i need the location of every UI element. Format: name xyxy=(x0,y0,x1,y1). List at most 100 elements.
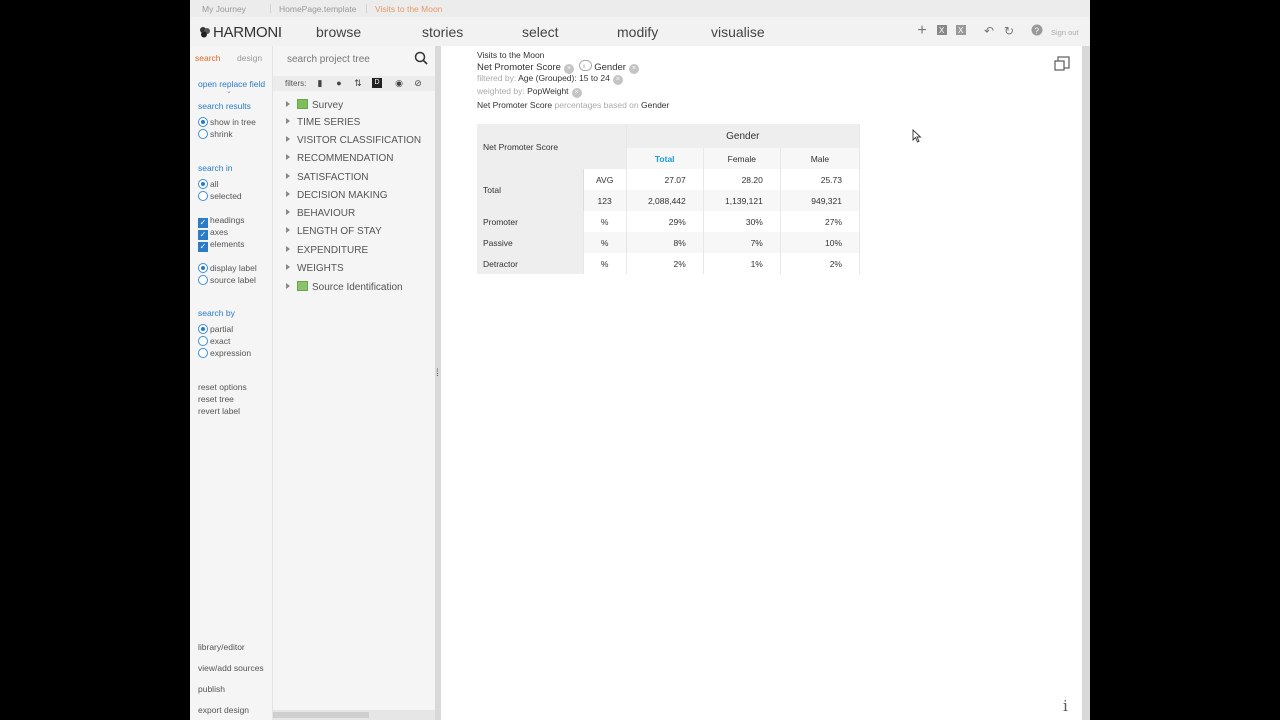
option-label: selected xyxy=(210,191,242,201)
add-icon[interactable]: + xyxy=(915,23,929,39)
column-header-male[interactable]: Male xyxy=(780,148,861,169)
option-source-label[interactable]: source label xyxy=(198,275,256,285)
nav-stories[interactable]: stories xyxy=(422,24,463,40)
expand-icon[interactable] xyxy=(286,227,290,233)
row-label[interactable]: Promoter xyxy=(477,211,584,232)
weight-label: weighted by: xyxy=(477,86,525,96)
info-icon[interactable]: i xyxy=(1063,697,1068,715)
vertical-scrollbar[interactable] xyxy=(1082,46,1090,720)
search-results-heading: search results xyxy=(198,101,251,111)
column-header-total[interactable]: Total xyxy=(626,148,704,169)
nav-browse[interactable]: browse xyxy=(316,24,361,40)
breadcrumb-item[interactable]: HomePage.template xyxy=(279,4,357,14)
column-header-female[interactable]: Female xyxy=(703,148,781,169)
pin-filter-icon[interactable]: ● xyxy=(334,78,344,88)
export-design-link[interactable]: export design xyxy=(198,705,249,715)
expand-icon[interactable] xyxy=(286,173,290,179)
remove-column-variable-icon[interactable]: × xyxy=(628,64,639,74)
breadcrumb-item[interactable]: My Journey xyxy=(202,4,246,14)
undo-icon[interactable]: ↶ xyxy=(982,24,996,38)
grip-icon[interactable]: ⁞ xyxy=(436,368,439,388)
filter-bar: filters: ▮ ● ⇅ D ◉ ⊘ xyxy=(273,76,436,91)
expand-icon[interactable] xyxy=(286,154,290,160)
row-label[interactable]: Passive xyxy=(477,232,584,253)
sort-filter-icon[interactable]: ⇅ xyxy=(353,78,363,88)
option-exact[interactable]: exact xyxy=(198,336,230,346)
expand-icon[interactable] xyxy=(286,264,290,270)
tree-item-time-series[interactable]: TIME SERIES xyxy=(286,117,360,128)
eye-icon[interactable]: ◉ xyxy=(394,78,404,88)
option-partial[interactable]: partial xyxy=(198,324,233,334)
excel-export-alt-icon[interactable]: X xyxy=(954,24,968,38)
filter-value[interactable]: Age (Grouped): 15 to 24 xyxy=(518,73,610,83)
eye-hidden-icon[interactable]: ⊘ xyxy=(413,78,423,88)
help-icon[interactable]: ? xyxy=(1030,24,1044,38)
table-row: Promoter % 29% 30% 27% xyxy=(477,211,861,232)
option-shrink[interactable]: shrink xyxy=(198,129,233,139)
svg-text:?: ? xyxy=(1035,27,1040,36)
expand-icon[interactable] xyxy=(286,283,290,289)
horizontal-scrollbar[interactable] xyxy=(273,710,436,720)
tree-item-length-of-stay[interactable]: LENGTH OF STAY xyxy=(286,226,382,237)
option-selected[interactable]: selected xyxy=(198,191,242,201)
tree-item-visitor-classification[interactable]: VISITOR CLASSIFICATION xyxy=(286,135,421,146)
expand-icon[interactable] xyxy=(286,101,290,107)
expand-icon[interactable] xyxy=(286,191,290,197)
breadcrumb-current[interactable]: Visits to the Moon xyxy=(375,4,442,14)
tree-item-behaviour[interactable]: BEHAVIOUR xyxy=(286,208,355,219)
tree-item-source-identification[interactable]: Source Identification xyxy=(286,281,403,293)
option-show-in-tree[interactable]: show in tree xyxy=(198,117,256,127)
reset-options-link[interactable]: reset options xyxy=(198,382,247,392)
banner-header[interactable]: Gender xyxy=(626,124,861,148)
row-label[interactable]: Detractor xyxy=(477,253,584,274)
radio-icon xyxy=(198,348,208,358)
tree-item-satisfaction[interactable]: SATISFACTION xyxy=(286,172,369,183)
radio-icon xyxy=(198,336,208,346)
tab-design[interactable]: design xyxy=(237,53,262,63)
d-filter-icon[interactable]: D xyxy=(372,78,382,88)
revert-label-link[interactable]: revert label xyxy=(198,406,240,416)
option-display-label[interactable]: display label xyxy=(198,263,257,273)
nav-visualise[interactable]: visualise xyxy=(711,24,765,40)
app-logo[interactable]: HARMONI xyxy=(199,24,282,41)
tree-item-weights[interactable]: WEIGHTS xyxy=(286,263,344,274)
column-variable[interactable]: Gender xyxy=(594,62,626,73)
svg-text:x: x xyxy=(582,64,585,70)
view-add-sources-link[interactable]: view/add sources xyxy=(198,663,264,673)
option-all[interactable]: all xyxy=(198,179,219,189)
filter-line: filtered by: Age (Grouped): 15 to 24 × xyxy=(477,73,623,85)
expand-icon[interactable] xyxy=(286,118,290,124)
expand-icon[interactable] xyxy=(286,246,290,252)
tab-search[interactable]: search xyxy=(195,53,221,63)
excel-export-icon[interactable]: X xyxy=(935,24,949,38)
nav-modify[interactable]: modify xyxy=(617,24,658,40)
nav-select[interactable]: select xyxy=(522,24,559,40)
row-unit: % xyxy=(583,232,627,253)
option-expression[interactable]: expression xyxy=(198,348,251,358)
column-filter-icon[interactable]: ▮ xyxy=(315,78,325,88)
row-variable[interactable]: Net Promoter Score xyxy=(477,62,561,73)
reset-tree-link[interactable]: reset tree xyxy=(198,394,234,404)
expand-icon[interactable] xyxy=(286,209,290,215)
search-icon[interactable] xyxy=(414,51,428,65)
weight-value[interactable]: PopWeight xyxy=(527,86,568,96)
redo-icon[interactable]: ↻ xyxy=(1002,24,1016,38)
library-editor-link[interactable]: library/editor xyxy=(198,642,245,652)
radio-icon xyxy=(198,117,208,127)
restore-window-icon[interactable] xyxy=(1053,55,1071,73)
row-label[interactable]: Total xyxy=(477,169,584,211)
tree-item-expenditure[interactable]: EXPENDITURE xyxy=(286,245,368,256)
remove-filter-icon[interactable]: × xyxy=(612,75,623,85)
tree-item-decision-making[interactable]: DECISION MAKING xyxy=(286,190,388,201)
chevron-down-icon[interactable]: ⌄ xyxy=(226,87,232,95)
tree-item-survey[interactable]: Survey xyxy=(286,99,343,111)
expand-icon[interactable] xyxy=(286,136,290,142)
remove-weight-icon[interactable]: × xyxy=(571,88,582,98)
checkbox-elements[interactable]: ✓ elements xyxy=(198,239,245,252)
table-cell: 1% xyxy=(703,253,781,274)
tree-item-recommendation[interactable]: RECOMMENDATION xyxy=(286,153,393,164)
publish-link[interactable]: publish xyxy=(198,684,225,694)
scrollbar-thumb[interactable] xyxy=(273,712,369,718)
tree-search-input[interactable]: search project tree xyxy=(287,54,370,65)
sign-out-link[interactable]: Sign out xyxy=(1051,28,1079,37)
